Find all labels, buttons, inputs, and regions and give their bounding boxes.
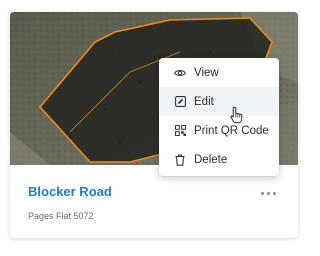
property-title-link[interactable]: Blocker Road [28,184,112,199]
menu-item-edit[interactable]: Edit [159,87,279,116]
eye-icon [174,67,186,79]
more-options-button[interactable] [254,186,282,200]
more-dot [266,191,270,195]
menu-item-delete[interactable]: Delete [159,145,279,174]
menu-item-label: View [194,66,219,79]
qr-code-icon [174,125,186,137]
menu-item-label: Delete [194,153,228,166]
hand-pointer-cursor-icon [230,106,243,124]
property-address: Pages Flat 5072 [28,211,94,221]
menu-item-label: Print QR Code [194,124,269,137]
more-dot [272,191,276,195]
menu-item-view[interactable]: View [159,58,279,87]
menu-item-print-qr-code[interactable]: Print QR Code [159,116,279,145]
card-actions-menu: View Edit Print QR Code Delete [159,58,279,176]
edit-icon [174,96,186,108]
trash-icon [174,153,186,166]
more-horizontal-icon [260,191,264,195]
menu-item-label: Edit [194,95,214,108]
